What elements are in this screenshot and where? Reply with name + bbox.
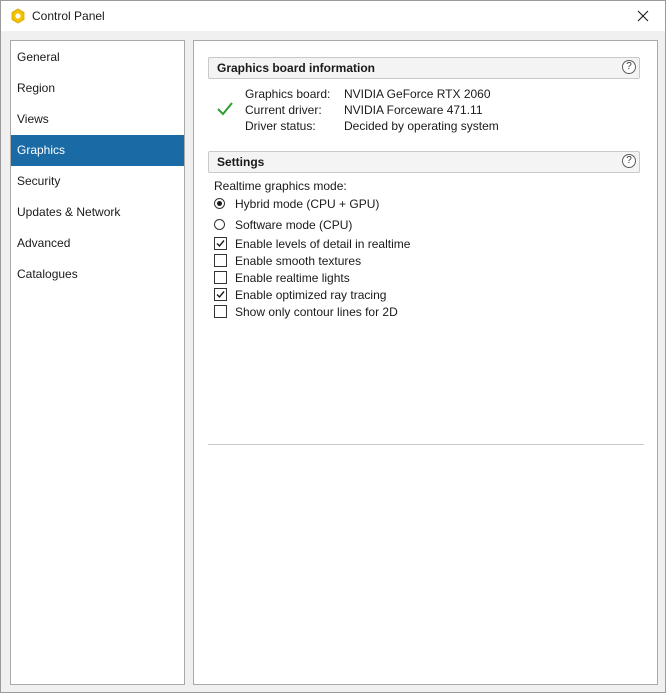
driver-status-value: Decided by operating system <box>344 119 499 133</box>
sidebar-item-catalogues[interactable]: Catalogues <box>11 259 184 290</box>
graphics-board-value: NVIDIA GeForce RTX 2060 <box>344 87 491 101</box>
status-ok-icon <box>217 102 233 116</box>
graphics-mode-label: Realtime graphics mode: <box>214 179 347 193</box>
ray-tracing-option[interactable]: Enable optimized ray tracing <box>214 286 386 303</box>
category-sidebar: General Region Views Graphics Security U… <box>10 40 185 685</box>
graphics-info-header: Graphics board information ? <box>208 57 640 79</box>
title-bar[interactable]: Control Panel <box>1 1 665 31</box>
sidebar-item-advanced[interactable]: Advanced <box>11 228 184 259</box>
help-icon[interactable]: ? <box>622 154 636 168</box>
contour-lines-checkbox[interactable] <box>214 305 227 318</box>
software-mode-radio[interactable]: Software mode (CPU) <box>214 216 352 233</box>
hybrid-mode-radio[interactable]: Hybrid mode (CPU + GPU) <box>214 195 379 212</box>
graphics-board-label: Graphics board: <box>245 87 331 101</box>
sidebar-item-views[interactable]: Views <box>11 104 184 135</box>
close-button[interactable] <box>621 1 665 31</box>
settings-title: Settings <box>217 155 265 169</box>
levels-of-detail-option[interactable]: Enable levels of detail in realtime <box>214 235 410 252</box>
levels-of-detail-checkbox[interactable] <box>214 237 227 250</box>
graphics-info-title: Graphics board information <box>217 61 376 75</box>
current-driver-label: Current driver: <box>245 103 322 117</box>
realtime-lights-checkbox[interactable] <box>214 271 227 284</box>
radio-button[interactable] <box>214 219 225 230</box>
sidebar-item-general[interactable]: General <box>11 42 184 73</box>
contour-lines-option[interactable]: Show only contour lines for 2D <box>214 303 398 320</box>
ray-tracing-checkbox[interactable] <box>214 288 227 301</box>
realtime-lights-label: Enable realtime lights <box>235 270 350 285</box>
sidebar-item-updates-network[interactable]: Updates & Network <box>11 197 184 228</box>
current-driver-value: NVIDIA Forceware 471.11 <box>344 103 483 117</box>
app-icon <box>11 8 25 24</box>
window-title: Control Panel <box>32 9 105 23</box>
sidebar-item-region[interactable]: Region <box>11 73 184 104</box>
sidebar-item-security[interactable]: Security <box>11 166 184 197</box>
hybrid-mode-label: Hybrid mode (CPU + GPU) <box>235 196 380 211</box>
graphics-settings-panel: Graphics board information ? Graphics bo… <box>193 40 658 685</box>
ray-tracing-label: Enable optimized ray tracing <box>235 287 387 302</box>
section-divider <box>208 444 644 445</box>
checkmark-icon <box>216 291 225 299</box>
control-panel-window: Control Panel General Region Views Graph… <box>0 0 666 693</box>
sidebar-item-graphics[interactable]: Graphics <box>11 135 184 166</box>
settings-header: Settings ? <box>208 151 640 173</box>
realtime-lights-option[interactable]: Enable realtime lights <box>214 269 350 286</box>
smooth-textures-checkbox[interactable] <box>214 254 227 267</box>
software-mode-label: Software mode (CPU) <box>235 217 353 232</box>
smooth-textures-label: Enable smooth textures <box>235 253 362 268</box>
levels-of-detail-label: Enable levels of detail in realtime <box>235 236 411 251</box>
smooth-textures-option[interactable]: Enable smooth textures <box>214 252 361 269</box>
radio-button-selected[interactable] <box>214 198 225 209</box>
help-icon[interactable]: ? <box>622 60 636 74</box>
close-icon <box>637 10 649 22</box>
checkmark-icon <box>216 240 225 248</box>
contour-lines-label: Show only contour lines for 2D <box>235 304 398 319</box>
driver-status-label: Driver status: <box>245 119 316 133</box>
